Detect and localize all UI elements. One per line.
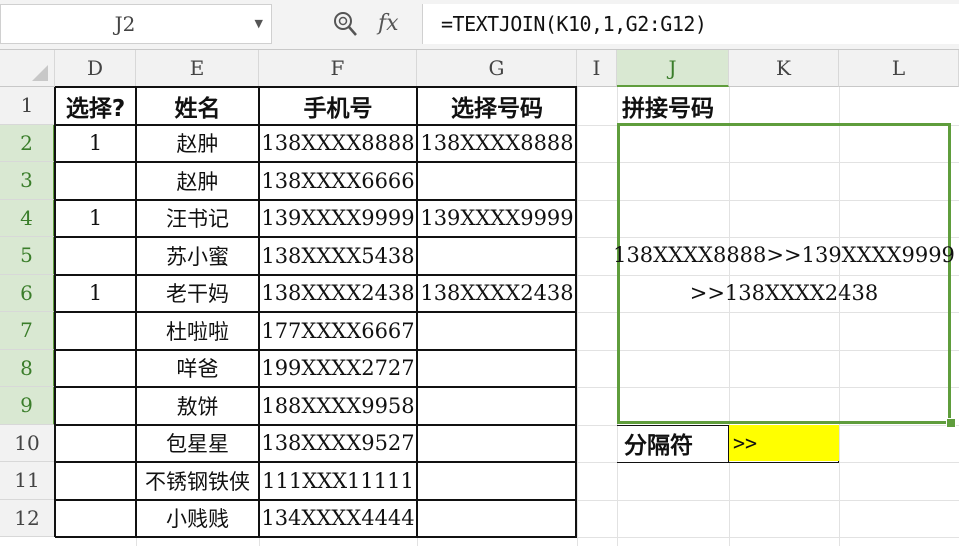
row-header-8[interactable]: 8 (0, 349, 55, 387)
result-title[interactable]: 拼接号码 (620, 87, 714, 124)
cell-name[interactable]: 赵肿 (136, 162, 259, 200)
cell-name[interactable]: 咩爸 (136, 350, 259, 388)
cell-select[interactable] (55, 425, 136, 463)
cell-phone[interactable]: 138XXXX9527 (259, 425, 417, 463)
formula-bar: J2 ▼ fx =TEXTJOIN(K10,1,G2:G12) (0, 0, 959, 50)
function-icon[interactable]: fx (378, 4, 399, 44)
cell-chosen[interactable] (417, 312, 577, 350)
joined-line-1: 138XXXX8888>>139XXXX9999 (613, 242, 955, 267)
cell-select[interactable] (55, 462, 136, 500)
cell-phone[interactable]: 138XXXX5438 (259, 237, 417, 275)
row-header-10[interactable]: 10 (0, 424, 55, 462)
column-header-L[interactable]: L (839, 50, 959, 87)
column-header-D[interactable]: D (55, 50, 136, 87)
separator-value-cell[interactable]: >> (729, 425, 839, 461)
row-header-4[interactable]: 4 (0, 199, 55, 237)
name-box-dropdown-icon[interactable]: ▼ (255, 5, 263, 43)
cell-select[interactable] (55, 162, 136, 200)
cell-select[interactable]: 1 (55, 125, 136, 163)
cell-phone[interactable]: 134XXXX4444 (259, 500, 417, 538)
cell-phone[interactable]: 139XXXX9999 (259, 200, 417, 238)
cell-name[interactable]: 苏小蜜 (136, 237, 259, 275)
cell-name[interactable]: 小贱贱 (136, 500, 259, 538)
name-box[interactable]: J2 ▼ (0, 4, 272, 44)
header-cell-select[interactable]: 选择? (55, 87, 136, 125)
gridline-v (577, 87, 578, 546)
cell-phone[interactable]: 111XXX11111 (259, 462, 417, 500)
cell-chosen[interactable] (417, 162, 577, 200)
cell-name[interactable]: 赵肿 (136, 125, 259, 163)
column-header-F[interactable]: F (259, 50, 417, 87)
cell-select[interactable] (55, 500, 136, 538)
cell-name[interactable]: 包星星 (136, 425, 259, 463)
zoom-icon[interactable] (332, 10, 358, 38)
cell-chosen[interactable]: 138XXXX8888 (417, 125, 577, 163)
cell-select[interactable] (55, 387, 136, 425)
cell-name[interactable]: 汪书记 (136, 200, 259, 238)
column-header-E[interactable]: E (136, 50, 259, 87)
cell-chosen[interactable] (417, 350, 577, 388)
cell-phone[interactable]: 188XXXX9958 (259, 387, 417, 425)
row-header-7[interactable]: 7 (0, 312, 55, 350)
cell-phone[interactable]: 199XXXX2727 (259, 350, 417, 388)
row-header-3[interactable]: 3 (0, 162, 55, 200)
row-header-2[interactable]: 2 (0, 124, 55, 162)
cell-phone[interactable]: 138XXXX8888 (259, 125, 417, 163)
cell-chosen[interactable] (417, 500, 577, 538)
cell-chosen[interactable] (417, 462, 577, 500)
cell-select[interactable] (55, 237, 136, 275)
cell-select[interactable] (55, 350, 136, 388)
header-cell-chosen[interactable]: 选择号码 (417, 87, 577, 125)
cell-phone[interactable]: 138XXXX6666 (259, 162, 417, 200)
row-header-6[interactable]: 6 (0, 274, 55, 312)
row-header-1[interactable]: 1 (0, 87, 55, 125)
cell-phone[interactable]: 177XXXX6667 (259, 312, 417, 350)
column-header-I[interactable]: I (577, 50, 617, 87)
cell-name[interactable]: 老干妈 (136, 275, 259, 313)
name-box-value: J2 (114, 12, 136, 36)
cell-select[interactable]: 1 (55, 275, 136, 313)
row-header-12[interactable]: 12 (0, 499, 55, 537)
result-border-h (617, 462, 839, 463)
cell-chosen[interactable]: 138XXXX2438 (417, 275, 577, 313)
row-header-11[interactable]: 11 (0, 462, 55, 500)
column-header-G[interactable]: G (417, 50, 577, 87)
header-cell-phone[interactable]: 手机号 (259, 87, 417, 125)
cell-chosen[interactable] (417, 387, 577, 425)
cell-select[interactable]: 1 (55, 200, 136, 238)
separator-label[interactable]: 分隔符 (620, 425, 693, 461)
joined-numbers-cell[interactable]: 138XXXX8888>>139XXXX9999 >>138XXXX2438 (613, 126, 955, 421)
row-header-9[interactable]: 9 (0, 387, 55, 425)
cell-name[interactable]: 不锈钢铁侠 (136, 462, 259, 500)
formula-input[interactable]: =TEXTJOIN(K10,1,G2:G12) (422, 4, 959, 44)
cell-name[interactable]: 敖饼 (136, 387, 259, 425)
column-header-J[interactable]: J (617, 50, 729, 87)
formula-text: =TEXTJOIN(K10,1,G2:G12) (441, 12, 707, 36)
column-header-K[interactable]: K (729, 50, 839, 87)
cell-phone[interactable]: 138XXXX2438 (259, 275, 417, 313)
cell-chosen[interactable] (417, 237, 577, 275)
select-all-corner[interactable] (0, 50, 55, 87)
cell-chosen[interactable] (417, 425, 577, 463)
cell-name[interactable]: 杜啦啦 (136, 312, 259, 350)
cell-chosen[interactable]: 139XXXX9999 (417, 200, 577, 238)
joined-line-2: >>138XXXX2438 (689, 280, 879, 305)
header-cell-name[interactable]: 姓名 (136, 87, 259, 125)
row-header-5[interactable]: 5 (0, 237, 55, 275)
cell-select[interactable] (55, 312, 136, 350)
